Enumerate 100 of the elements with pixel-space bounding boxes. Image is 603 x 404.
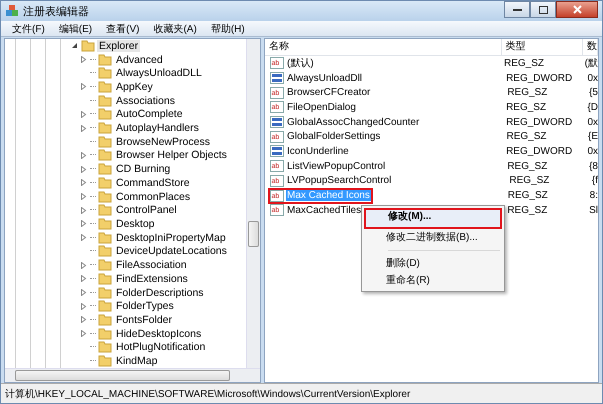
- data-cell-text: 0x: [586, 116, 598, 128]
- type-cell-text: REG_DWORD: [505, 72, 574, 84]
- value-name[interactable]: AlwaysUnloadDll: [286, 72, 364, 84]
- folder-icon: [98, 149, 112, 162]
- tree-item[interactable]: FindExtensions: [114, 272, 190, 285]
- value-name[interactable]: ListViewPopupControl: [286, 160, 386, 172]
- type-cell-text: REG_SZ: [505, 131, 548, 142]
- folder-icon: [98, 190, 112, 203]
- tree-item[interactable]: AppKey: [114, 80, 155, 93]
- folder-icon: [98, 314, 112, 326]
- tree-item[interactable]: Desktop: [114, 218, 157, 230]
- folder-icon: [98, 67, 112, 80]
- type-cell-text: REG_DWORD: [505, 146, 574, 157]
- folder-icon: [98, 341, 112, 354]
- folder-icon: [98, 232, 112, 244]
- column-header[interactable]: 数: [583, 39, 598, 55]
- value-name[interactable]: BrowserCFCreator: [286, 87, 372, 98]
- tree-item[interactable]: CommandStore: [114, 176, 192, 189]
- data-cell-text: 8:: [588, 190, 598, 202]
- tree-item[interactable]: FontsFolder: [114, 314, 174, 326]
- type-cell-text: REG_SZ: [506, 190, 549, 202]
- menu-item[interactable]: 修改(M)...: [364, 208, 502, 229]
- key-path: 计算机\HKEY_LOCAL_MACHINE\SOFTWARE\Microsoft\Windows\CurrentVersion\Explorer: [5, 388, 410, 400]
- expander-icon[interactable]: [71, 42, 78, 50]
- value-name[interactable]: GlobalAssocChangedCounter: [286, 116, 420, 128]
- folder-icon: [98, 163, 112, 176]
- folder-icon: [98, 108, 112, 120]
- menu-item[interactable]: 重命名(R): [364, 272, 502, 289]
- menu-item[interactable]: 查看(V): [99, 22, 146, 36]
- data-cell-text: {E: [586, 131, 598, 142]
- column-header[interactable]: 名称: [265, 39, 502, 55]
- tree-item[interactable]: BrowseNewProcess: [114, 136, 212, 148]
- menu-item[interactable]: 修改二进制数据(B)...: [364, 229, 502, 246]
- folder-icon: [98, 94, 112, 107]
- type-cell-text: REG_SZ: [508, 175, 550, 186]
- horizontal-scrollbar[interactable]: [5, 368, 260, 382]
- type-cell-text: REG_SZ: [506, 160, 548, 172]
- folder-icon: [98, 204, 112, 216]
- close-button[interactable]: [556, 1, 598, 18]
- tree-item[interactable]: KindMap: [114, 355, 160, 368]
- tree-item[interactable]: ControlPanel: [114, 204, 179, 216]
- value-name[interactable]: FileOpenDialog: [286, 102, 357, 113]
- minimize-icon: [512, 8, 522, 12]
- value-name[interactable]: (默认): [286, 56, 315, 70]
- tree-item[interactable]: CommonPlaces: [114, 190, 192, 203]
- type-cell-text: REG_SZ: [505, 102, 548, 113]
- folder-icon: [98, 245, 112, 258]
- tree-item[interactable]: FileAssociation: [114, 259, 189, 272]
- folder-icon: [98, 122, 112, 134]
- tree-item[interactable]: Associations: [114, 94, 177, 107]
- folder-icon: [98, 300, 112, 312]
- value-name[interactable]: IconUnderline: [286, 146, 350, 157]
- data-cell-text: (默: [584, 57, 598, 70]
- folder-icon: [98, 176, 112, 189]
- binary-value-icon: [270, 116, 284, 128]
- tree-item[interactable]: AutoplayHandlers: [114, 122, 201, 134]
- scroll-thumb[interactable]: [248, 221, 259, 247]
- tree-item[interactable]: DeviceUpdateLocations: [114, 245, 229, 258]
- folder-icon: [81, 40, 95, 52]
- value-name[interactable]: MaxCachedTiles: [286, 204, 362, 216]
- type-cell-text: REG_SZ: [506, 204, 548, 216]
- menu-item[interactable]: 编辑(E): [52, 22, 100, 36]
- registry-cubes-icon: [5, 4, 19, 18]
- tree-item[interactable]: Advanced: [114, 54, 165, 66]
- scroll-thumb[interactable]: [15, 370, 230, 381]
- tree-item[interactable]: Explorer: [97, 40, 140, 52]
- binary-value-icon: [270, 145, 284, 158]
- vertical-scrollbar[interactable]: [246, 39, 260, 368]
- tree-item[interactable]: DesktopIniPropertyMap: [114, 232, 228, 244]
- minimize-button[interactable]: [504, 1, 530, 18]
- data-cell-text: 0x: [586, 146, 598, 157]
- folder-icon: [98, 286, 112, 298]
- folder-icon: [98, 259, 112, 272]
- tree-item[interactable]: CD Burning: [114, 163, 172, 176]
- binary-value-icon: [270, 72, 284, 84]
- folder-icon: [98, 272, 112, 285]
- tree-item[interactable]: Browser Helper Objects: [114, 149, 229, 162]
- value-name[interactable]: GlobalFolderSettings: [286, 131, 382, 142]
- menu-item[interactable]: 收藏夹(A): [146, 22, 204, 36]
- tree-item[interactable]: AutoComplete: [114, 108, 185, 120]
- value-name[interactable]: LVPopupSearchControl: [286, 175, 392, 186]
- data-cell-text: {8: [588, 160, 598, 172]
- tree-item[interactable]: AlwaysUnloadDLL: [114, 67, 204, 80]
- folder-icon: [98, 328, 112, 340]
- menu-item[interactable]: 文件(F): [5, 22, 52, 36]
- tree-item[interactable]: FolderDescriptions: [114, 286, 206, 298]
- menu-item[interactable]: 删除(D): [364, 255, 502, 272]
- column-header[interactable]: 类型: [502, 39, 583, 55]
- folder-icon: [98, 218, 112, 230]
- data-cell-text: 0x: [586, 72, 598, 84]
- maximize-icon: [538, 6, 548, 14]
- tree-item[interactable]: FolderTypes: [114, 300, 176, 312]
- close-icon: [572, 5, 582, 14]
- tree-item[interactable]: HideDesktopIcons: [114, 328, 204, 340]
- folder-icon: [98, 136, 112, 148]
- tree-item[interactable]: HotPlugNotification: [114, 341, 208, 354]
- type-cell-text: REG_SZ: [502, 58, 545, 69]
- maximize-button[interactable]: [530, 1, 556, 18]
- menu-item[interactable]: 帮助(H): [204, 22, 252, 36]
- data-cell-text: {5: [588, 87, 598, 98]
